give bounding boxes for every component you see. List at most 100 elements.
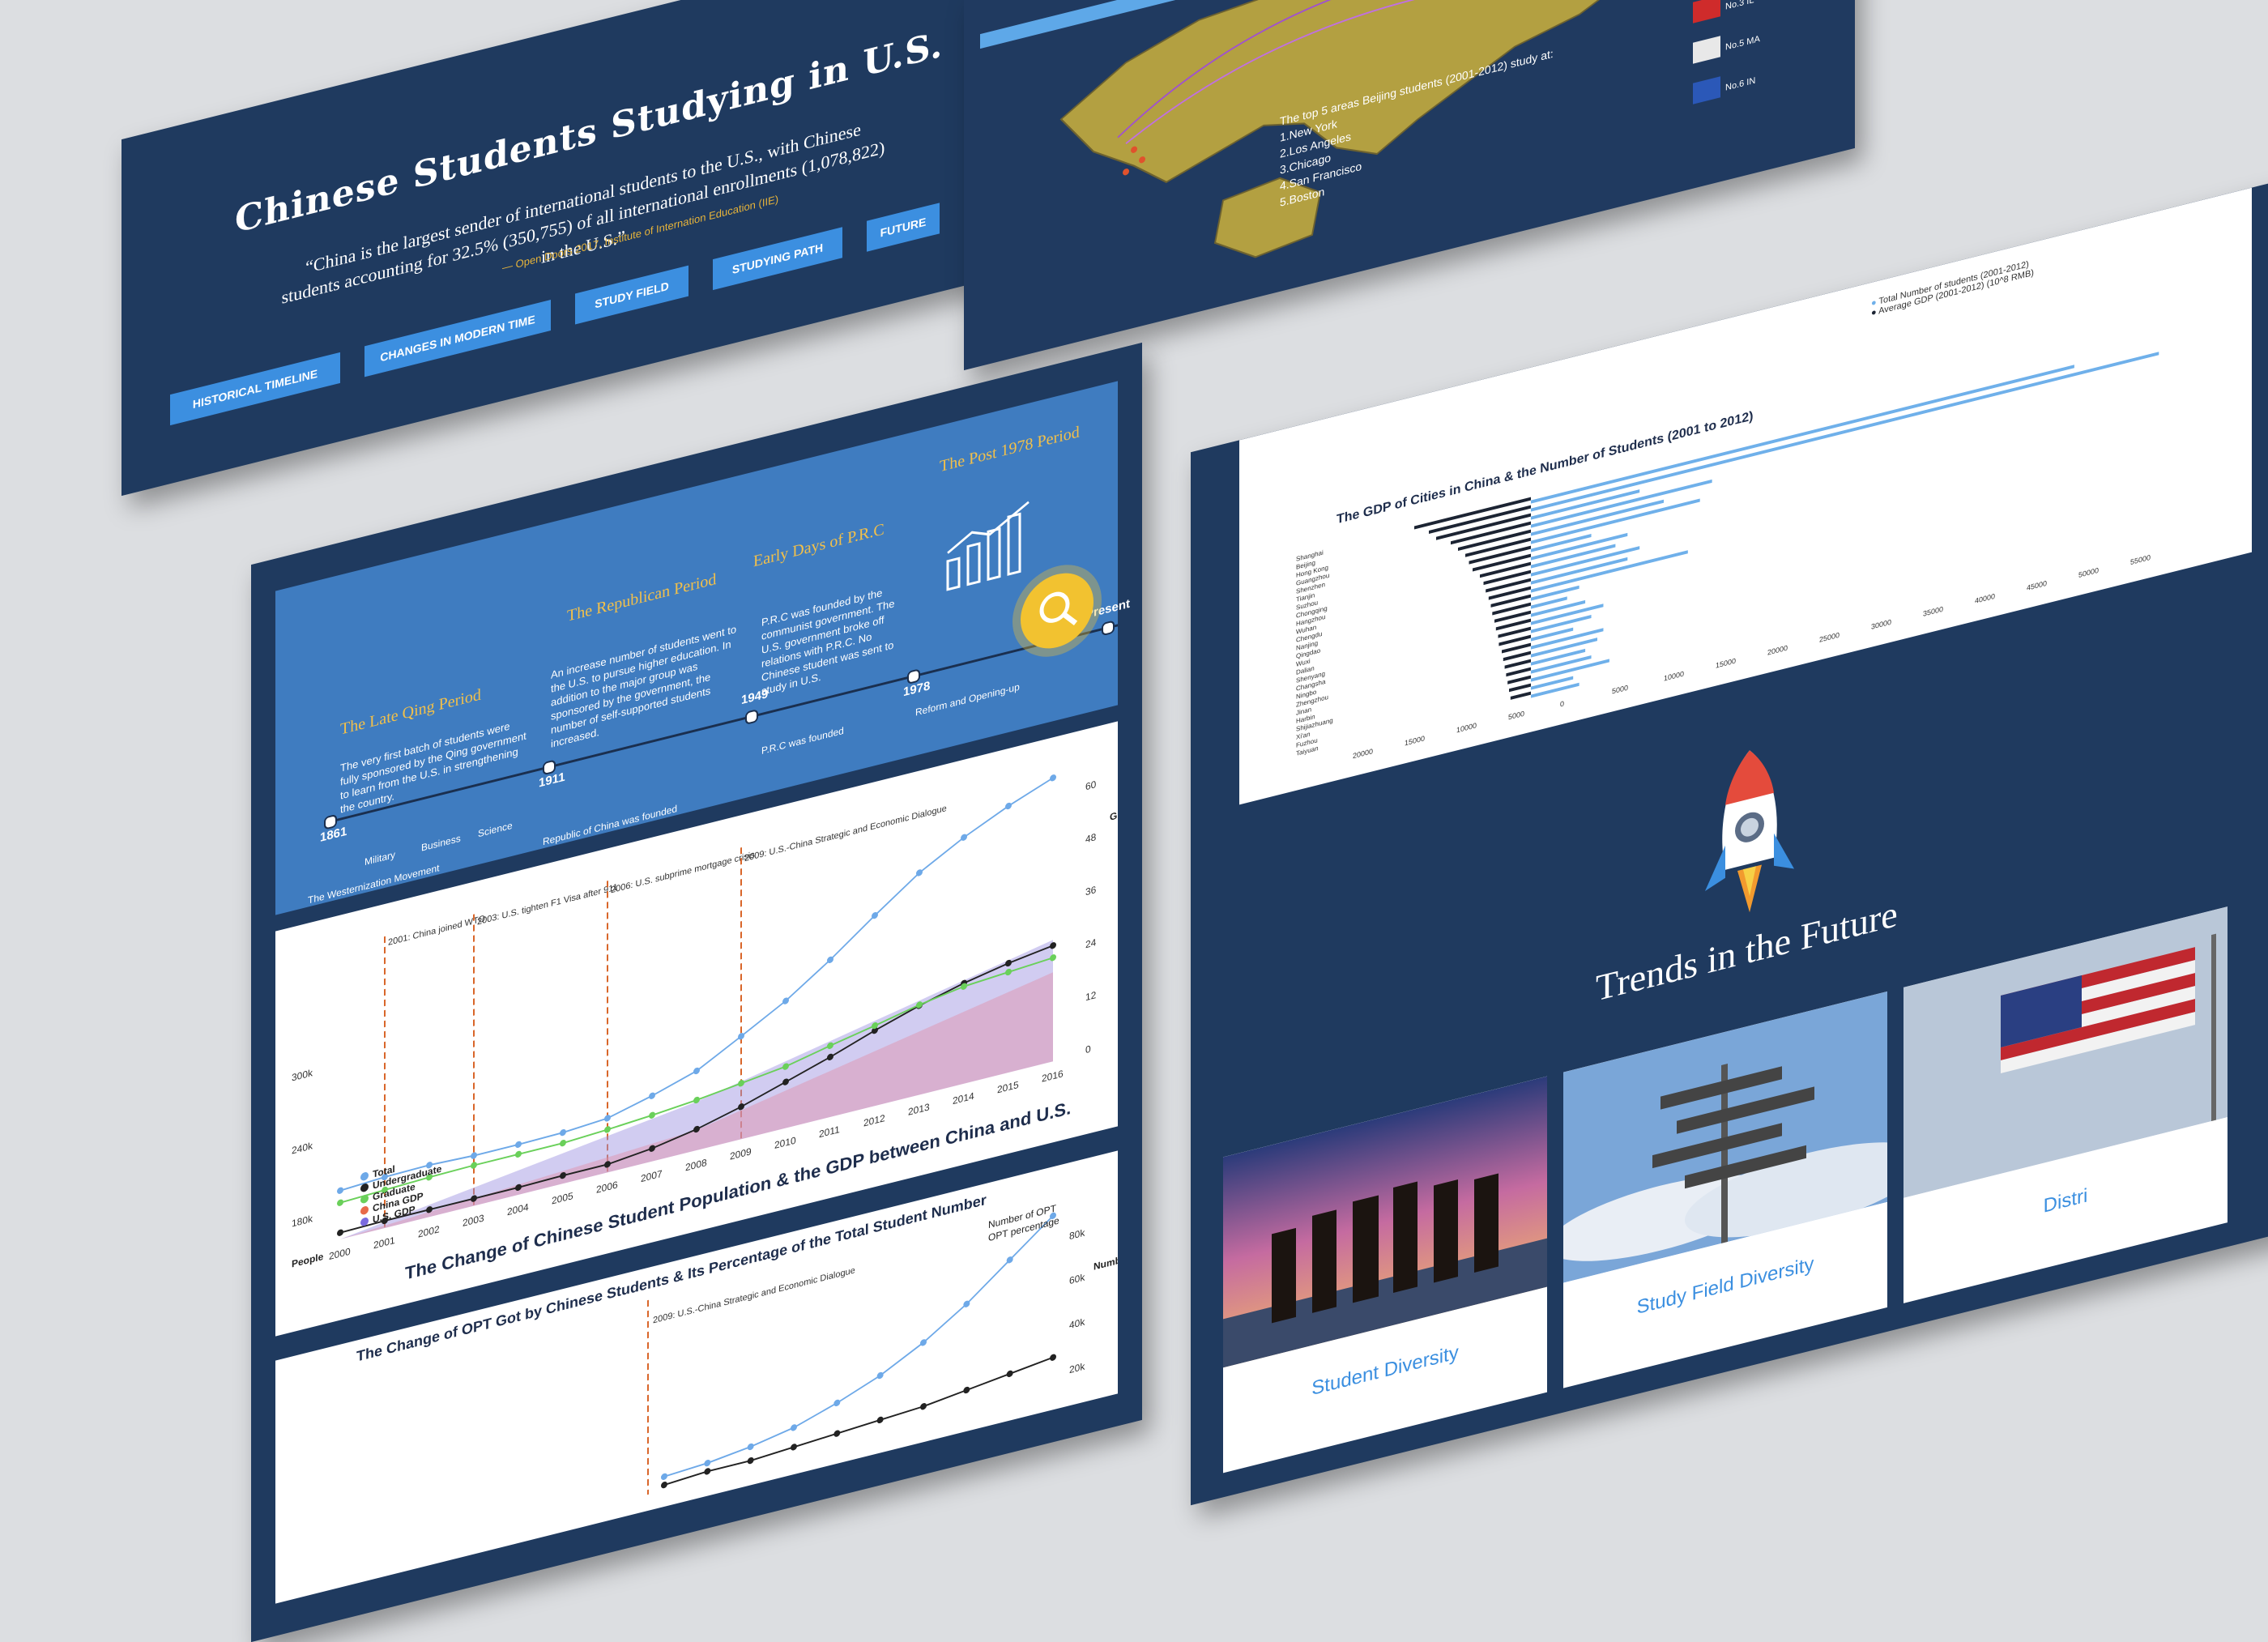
event-label: 2001: China joined WTO xyxy=(388,914,485,948)
data-point xyxy=(560,1129,566,1137)
y2-tick-label: 24 xyxy=(1085,936,1097,950)
data-point xyxy=(471,1162,477,1169)
y2-tick-label: 12 xyxy=(1085,989,1097,1003)
data-point xyxy=(920,1403,927,1410)
event-label: 2009: U.S.-China Strategic and Economic … xyxy=(744,804,947,864)
data-point xyxy=(1005,802,1012,810)
zoom-in-button[interactable] xyxy=(1021,565,1094,657)
x-tick-label: 2000 xyxy=(329,1246,351,1262)
distribution-card[interactable]: Distri xyxy=(1904,906,2228,1303)
x-tick-label: 2006 xyxy=(596,1179,618,1195)
gdp-bar xyxy=(1507,675,1532,685)
nav-study-field-button[interactable]: STUDY FIELD xyxy=(575,265,688,325)
rank-in: No.6 IN xyxy=(1725,75,1756,93)
x-tick-label: 2003 xyxy=(463,1213,484,1229)
gdp-cities-chart: The GDP of Cities in China & the Number … xyxy=(1239,187,2252,805)
legend-marker xyxy=(360,1195,369,1204)
x-tick-label: 2008 xyxy=(685,1157,707,1173)
x-tick-label: 2016 xyxy=(1042,1068,1064,1084)
students-bar xyxy=(1531,648,1586,666)
x-tick-label: 2012 xyxy=(863,1112,885,1128)
icon-label-science: Science xyxy=(478,819,513,840)
republican-description: An increase number of students went to t… xyxy=(551,622,737,750)
state-in-shape xyxy=(1693,76,1720,104)
students-bar xyxy=(1531,352,2159,512)
gdp-legend: ● Total Number of students (2001-2012) ●… xyxy=(1871,259,2034,318)
data-point xyxy=(693,1067,700,1075)
gdp-bar xyxy=(1480,561,1531,578)
x-tick-label: 5000 xyxy=(1508,710,1524,722)
event-label: 2003: U.S. tighten F1 Visa after 911 xyxy=(477,882,618,927)
timeline-dot xyxy=(745,709,758,726)
legend-marker xyxy=(360,1172,369,1181)
y-tick-label: 60k xyxy=(1069,1271,1085,1286)
gdp-bar xyxy=(1473,553,1531,572)
x-tick-label: 15000 xyxy=(1405,734,1425,747)
nav-historical-timeline-button[interactable]: HISTORICAL TIMELINE xyxy=(170,352,340,426)
city-marker xyxy=(1123,168,1129,176)
x-tick-label: 2015 xyxy=(997,1079,1019,1095)
x-tick-label: 2010 xyxy=(774,1135,796,1151)
data-point xyxy=(704,1468,711,1475)
event-reform-opening: Reform and Opening-up xyxy=(915,680,1020,719)
x-tick-label: 2011 xyxy=(819,1124,840,1140)
data-point xyxy=(604,1115,611,1122)
nav-changes-modern-time-button[interactable]: CHANGES IN MODERN TIME xyxy=(364,300,551,377)
data-point xyxy=(747,1443,754,1451)
x-tick-label: 30000 xyxy=(1871,618,1891,631)
data-point xyxy=(920,1339,927,1346)
data-point xyxy=(704,1459,711,1467)
students-bar xyxy=(1531,599,1586,617)
students-bar xyxy=(1531,365,2074,504)
data-point xyxy=(963,1300,970,1307)
x-tick-label: 2004 xyxy=(507,1201,529,1218)
y-tick-label: 80k xyxy=(1069,1226,1085,1242)
data-point xyxy=(876,1416,884,1424)
magnifier-icon xyxy=(1039,591,1078,625)
future-slide: The GDP of Cities in China & the Number … xyxy=(1191,179,2268,1506)
gdp-chart-svg: ShanghaiBeijingHong KongGuangzhouShenzhe… xyxy=(1296,352,2159,760)
gdp-bar xyxy=(1509,683,1531,693)
data-point xyxy=(961,834,967,841)
data-point xyxy=(791,1424,797,1431)
y-axis-label: People xyxy=(292,1251,324,1270)
data-point xyxy=(661,1481,667,1489)
x-tick-label: 2014 xyxy=(953,1090,974,1107)
legend-marker xyxy=(360,1206,369,1215)
data-point xyxy=(649,1092,655,1099)
data-point xyxy=(827,956,833,963)
x-tick-label: 2013 xyxy=(908,1101,930,1117)
opt-series-line xyxy=(663,1356,1054,1486)
student-diversity-card[interactable]: Student Diversity xyxy=(1223,1076,1547,1474)
data-point xyxy=(1006,1256,1013,1264)
y-tick-label: 180k xyxy=(292,1213,313,1229)
state-ma-shape xyxy=(1693,36,1720,64)
us-flag-image xyxy=(1904,906,2228,1198)
data-point xyxy=(963,1386,970,1394)
x-tick-label: 35000 xyxy=(1923,605,1943,618)
data-point xyxy=(782,997,789,1004)
data-point xyxy=(833,1399,841,1407)
nav-studying-path-button[interactable]: STUDYING PATH xyxy=(713,227,842,291)
students-bar xyxy=(1531,655,1592,674)
study-field-diversity-card[interactable]: Study Field Diversity xyxy=(1563,991,1887,1388)
y-axis-label: Number of OPT xyxy=(1094,1243,1118,1273)
data-point xyxy=(337,1229,343,1236)
icon-label-military: Military xyxy=(364,848,395,868)
event-label: 2009: U.S.-China Strategic and Economic … xyxy=(653,1265,855,1325)
data-point xyxy=(604,1126,611,1133)
event-label: 2006: U.S. subprime mortgage crisis xyxy=(611,850,755,895)
x-tick-label: 5000 xyxy=(1612,684,1628,696)
map-slide: The top 5 areas Beijing students (2001-2… xyxy=(964,0,1855,371)
mockup-scene: Chinese Students Studying in U.S. “China… xyxy=(0,0,2268,1642)
x-tick-label: 50000 xyxy=(2078,566,2099,579)
x-tick-label: 10000 xyxy=(1456,721,1477,734)
nav-future-button[interactable]: FUTURE xyxy=(867,203,940,252)
y-tick-label: 20k xyxy=(1069,1360,1085,1375)
data-point xyxy=(833,1430,841,1437)
data-point xyxy=(471,1152,477,1159)
rank-ma: No.5 MA xyxy=(1725,34,1760,53)
data-point xyxy=(747,1456,754,1465)
gdp-bar xyxy=(1502,642,1531,654)
early-prc-description: P.R.C was founded by the communist gover… xyxy=(761,586,895,698)
